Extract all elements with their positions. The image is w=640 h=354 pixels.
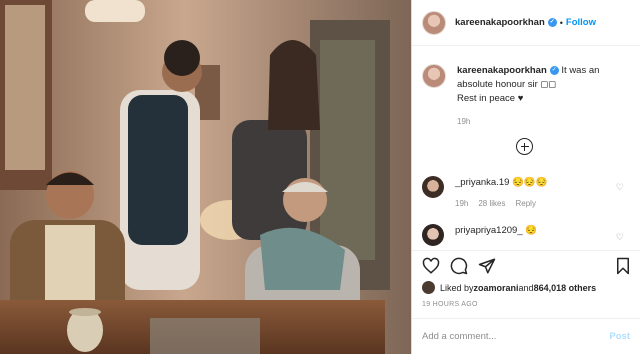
commenter-avatar[interactable] — [422, 176, 444, 198]
comment-username[interactable]: priyapriya1209_ — [455, 225, 523, 236]
author-username-text[interactable]: kareenakapoorkhan — [455, 17, 545, 28]
caption-body: kareenakapoorkhan ✓ It was an absolute ho… — [457, 64, 630, 129]
likes-middle: and — [518, 282, 534, 293]
post-actions-bar — [412, 250, 640, 279]
verified-badge-icon: ✓ — [547, 17, 557, 27]
share-icon[interactable] — [478, 257, 496, 275]
comment-likes[interactable]: 28 likes — [478, 199, 505, 208]
post-side-panel: kareenakapoorkhan ✓ • Follow kareenakapoo… — [411, 0, 640, 354]
verified-badge-icon: ✓ — [549, 65, 559, 75]
comment-time[interactable]: 19h — [455, 199, 468, 208]
heart-icon[interactable] — [422, 257, 440, 275]
add-comment-bar: Add a comment... Post — [412, 318, 640, 354]
separator-dot: • — [559, 17, 563, 28]
post-timestamp[interactable]: 19 HOURS AGO — [422, 301, 478, 308]
comment-like-heart-icon[interactable]: ♡ — [616, 232, 624, 243]
author-avatar[interactable] — [422, 10, 446, 35]
liker-username[interactable]: zoamorani — [474, 283, 519, 293]
follow-button[interactable]: Follow — [566, 17, 596, 28]
comments-list[interactable]: kareenakapoorkhan ✓ It was an absolute ho… — [412, 46, 640, 250]
likes-count[interactable]: 864,018 others — [534, 283, 597, 293]
comment-text: 😔 — [522, 225, 538, 236]
author-username[interactable]: kareenakapoorkhan ✓ — [455, 17, 557, 28]
comment-icon[interactable] — [450, 257, 468, 275]
likes-summary: Liked by zoamorani and 864,018 others — [422, 281, 596, 294]
caption-username[interactable]: kareenakapoorkhan — [457, 65, 547, 76]
liker-avatar[interactable] — [422, 281, 435, 294]
comment-text: 😔😔😔 — [509, 177, 548, 188]
caption-time[interactable]: 19h — [457, 115, 630, 129]
comment-like-heart-icon[interactable]: ♡ — [616, 182, 624, 193]
post-header: kareenakapoorkhan ✓ • Follow — [412, 0, 640, 46]
post-comment-button[interactable]: Post — [609, 331, 630, 342]
comment-username[interactable]: _priyanka.19 — [455, 177, 509, 188]
load-more-comments-icon[interactable] — [516, 138, 533, 155]
comment-body: _priyanka.19 😔😔😔 19h 28 likes Reply — [455, 176, 548, 210]
comment-body: priyapriya1209_ 😔 — [455, 224, 537, 246]
post-photo[interactable] — [0, 0, 411, 354]
likes-prefix: Liked by — [440, 282, 474, 293]
commenter-avatar[interactable] — [422, 224, 444, 246]
post-image — [0, 0, 411, 354]
comment-input[interactable]: Add a comment... — [422, 331, 496, 342]
reply-button[interactable]: Reply — [515, 199, 535, 208]
comment-meta: 19h 28 likes Reply — [455, 197, 548, 210]
comment-item: priyapriya1209_ 😔 ♡ — [422, 224, 630, 246]
caption: kareenakapoorkhan ✓ It was an absolute ho… — [412, 46, 640, 129]
comment-item: _priyanka.19 😔😔😔 19h 28 likes Reply ♡ — [422, 176, 630, 210]
bookmark-icon[interactable] — [614, 257, 632, 275]
caption-avatar[interactable] — [422, 64, 446, 88]
caption-line2: Rest in peace ♥ — [457, 93, 524, 104]
